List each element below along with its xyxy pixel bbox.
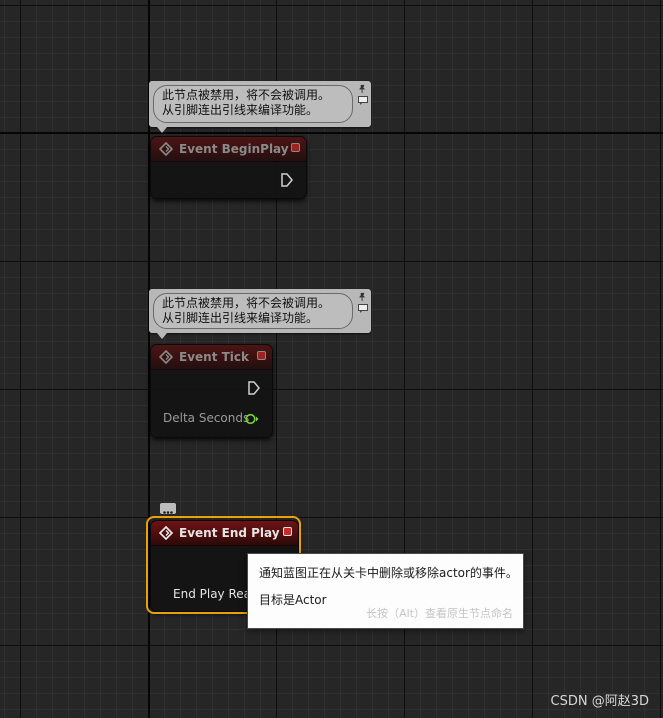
node-tooltip: 通知蓝图正在从关卡中删除或移除actor的事件。 目标是Actor 长按（Alt… bbox=[247, 553, 524, 629]
node-comment-tick[interactable]: 此节点被禁用，将不会被调用。 从引脚连出引线来编译功能。 bbox=[149, 289, 371, 339]
watermark: CSDN @阿赵3D bbox=[550, 694, 649, 709]
tooltip-hint: 长按（Alt）查看原生节点命名 bbox=[366, 607, 513, 620]
node-comment-begin-play[interactable]: 此节点被禁用，将不会被调用。 从引脚连出引线来编译功能。 bbox=[149, 81, 371, 133]
delegate-pin[interactable] bbox=[291, 143, 300, 152]
comment-bubble-icon[interactable] bbox=[358, 304, 368, 313]
delta-seconds-label: Delta Seconds bbox=[163, 411, 250, 425]
comment-bubble-icon[interactable] bbox=[160, 503, 176, 514]
comment-line: 此节点被禁用，将不会被调用。 bbox=[162, 88, 331, 102]
delegate-pin[interactable] bbox=[257, 351, 266, 360]
node-title: Event BeginPlay bbox=[179, 142, 289, 156]
graph-origin-horizontal-axis bbox=[0, 132, 663, 134]
event-tick-node[interactable]: Event Tick Delta Seconds bbox=[150, 344, 273, 438]
comment-tail bbox=[157, 333, 167, 339]
comment-tail bbox=[157, 127, 167, 133]
exec-pin-icon[interactable] bbox=[281, 173, 293, 187]
comment-text-box: 此节点被禁用，将不会被调用。 从引脚连出引线来编译功能。 bbox=[153, 293, 353, 329]
event-diamond-icon bbox=[159, 142, 173, 156]
tooltip-description: 通知蓝图正在从关卡中删除或移除actor的事件。 bbox=[259, 566, 518, 580]
float-pin-icon[interactable] bbox=[245, 413, 259, 425]
pin-icon[interactable] bbox=[358, 292, 367, 301]
node-header: Event Tick bbox=[151, 345, 272, 370]
node-title: Event Tick bbox=[179, 350, 250, 364]
tooltip-target: 目标是Actor bbox=[259, 593, 327, 607]
node-header: Event BeginPlay bbox=[151, 137, 306, 162]
comment-bubble-icon[interactable] bbox=[358, 96, 368, 105]
comment-text-box: 此节点被禁用，将不会被调用。 从引脚连出引线来编译功能。 bbox=[153, 85, 353, 123]
event-begin-play-node[interactable]: Event BeginPlay bbox=[150, 136, 307, 199]
pin-icon[interactable] bbox=[358, 84, 367, 93]
event-diamond-icon bbox=[159, 350, 173, 364]
exec-pin-icon[interactable] bbox=[248, 381, 260, 395]
comment-line: 从引脚连出引线来编译功能。 bbox=[162, 311, 319, 325]
comment-line: 从引脚连出引线来编译功能。 bbox=[162, 103, 319, 117]
comment-line: 此节点被禁用，将不会被调用。 bbox=[162, 296, 331, 310]
